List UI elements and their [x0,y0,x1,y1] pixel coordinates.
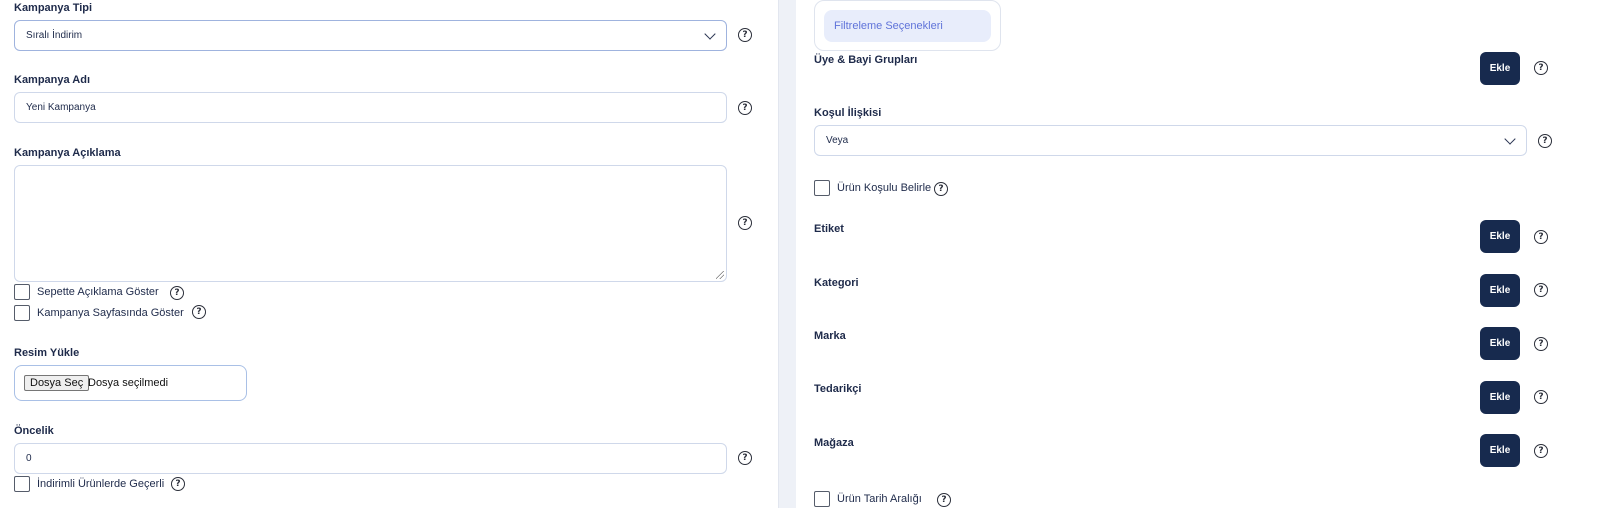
campaign-type-select[interactable]: Sıralı İndirim [14,20,727,51]
product-condition-label: Ürün Koşulu Belirle [837,182,932,194]
campaign-type-value: Sıralı İndirim [26,30,83,41]
help-icon[interactable]: ? [1538,134,1552,148]
show-on-campaign-page-label: Kampanya Sayfasında Göster [37,307,184,319]
product-date-range-checkbox[interactable] [814,491,830,507]
condition-relation-label: Koşul İlişkisi [814,107,882,119]
condition-relation-select[interactable]: Veya [814,125,1527,156]
file-status-text: Dosya seçilmedi [88,377,169,389]
discounted-products-label: İndirimli Ürünlerde Geçerli [37,478,165,490]
campaign-name-value: Yeni Kampanya [26,102,96,113]
help-icon[interactable]: ? [738,28,752,42]
help-icon[interactable]: ? [738,101,752,115]
condition-relation-value: Veya [826,135,849,146]
help-icon[interactable]: ? [1534,390,1548,404]
image-upload-label: Resim Yükle [14,347,80,359]
add-brand-button[interactable]: Ekle [1480,327,1520,360]
help-icon[interactable]: ? [171,477,185,491]
help-icon[interactable]: ? [937,493,951,507]
campaign-description-label: Kampanya Açıklama [14,147,121,159]
show-on-campaign-page-checkbox[interactable] [14,305,30,321]
add-member-group-button[interactable]: Ekle [1480,52,1520,85]
choose-file-button[interactable]: Dosya Seç [24,375,90,391]
add-category-button[interactable]: Ekle [1480,274,1520,307]
priority-input[interactable]: 0 [14,443,727,474]
brand-label: Marka [814,330,846,342]
campaign-name-label: Kampanya Adı [14,74,91,86]
chevron-down-icon [1504,132,1516,145]
help-icon[interactable]: ? [192,305,206,319]
help-icon[interactable]: ? [1534,230,1548,244]
campaign-name-input[interactable]: Yeni Kampanya [14,92,727,123]
help-icon[interactable]: ? [1534,444,1548,458]
help-icon[interactable]: ? [934,182,948,196]
help-icon[interactable]: ? [738,216,752,230]
add-supplier-button[interactable]: Ekle [1480,381,1520,414]
supplier-label: Tedarikçi [814,383,862,395]
show-in-cart-label: Sepette Açıklama Göster [37,286,159,298]
member-groups-label: Üye & Bayi Grupları [814,54,918,66]
chevron-down-icon [704,27,716,40]
campaign-description-textarea[interactable] [14,165,727,282]
category-label: Kategori [814,277,859,289]
campaign-type-label: Kampanya Tipi [14,2,93,14]
help-icon[interactable]: ? [170,286,184,300]
help-icon[interactable]: ? [1534,283,1548,297]
resize-handle-icon[interactable] [716,271,724,279]
column-divider [778,0,796,508]
show-in-cart-checkbox[interactable] [14,284,30,300]
help-icon[interactable]: ? [1534,61,1548,75]
priority-label: Öncelik [14,425,54,437]
product-date-range-label: Ürün Tarih Aralığı [837,493,922,505]
tag-label: Etiket [814,223,844,235]
store-label: Mağaza [814,437,854,449]
help-icon[interactable]: ? [738,451,752,465]
help-icon[interactable]: ? [1534,337,1548,351]
tab-filter-options[interactable]: Filtreleme Seçenekleri [824,10,991,42]
product-condition-checkbox[interactable] [814,180,830,196]
add-store-button[interactable]: Ekle [1480,434,1520,467]
discounted-products-checkbox[interactable] [14,476,30,492]
priority-value: 0 [26,453,32,464]
add-tag-button[interactable]: Ekle [1480,220,1520,253]
